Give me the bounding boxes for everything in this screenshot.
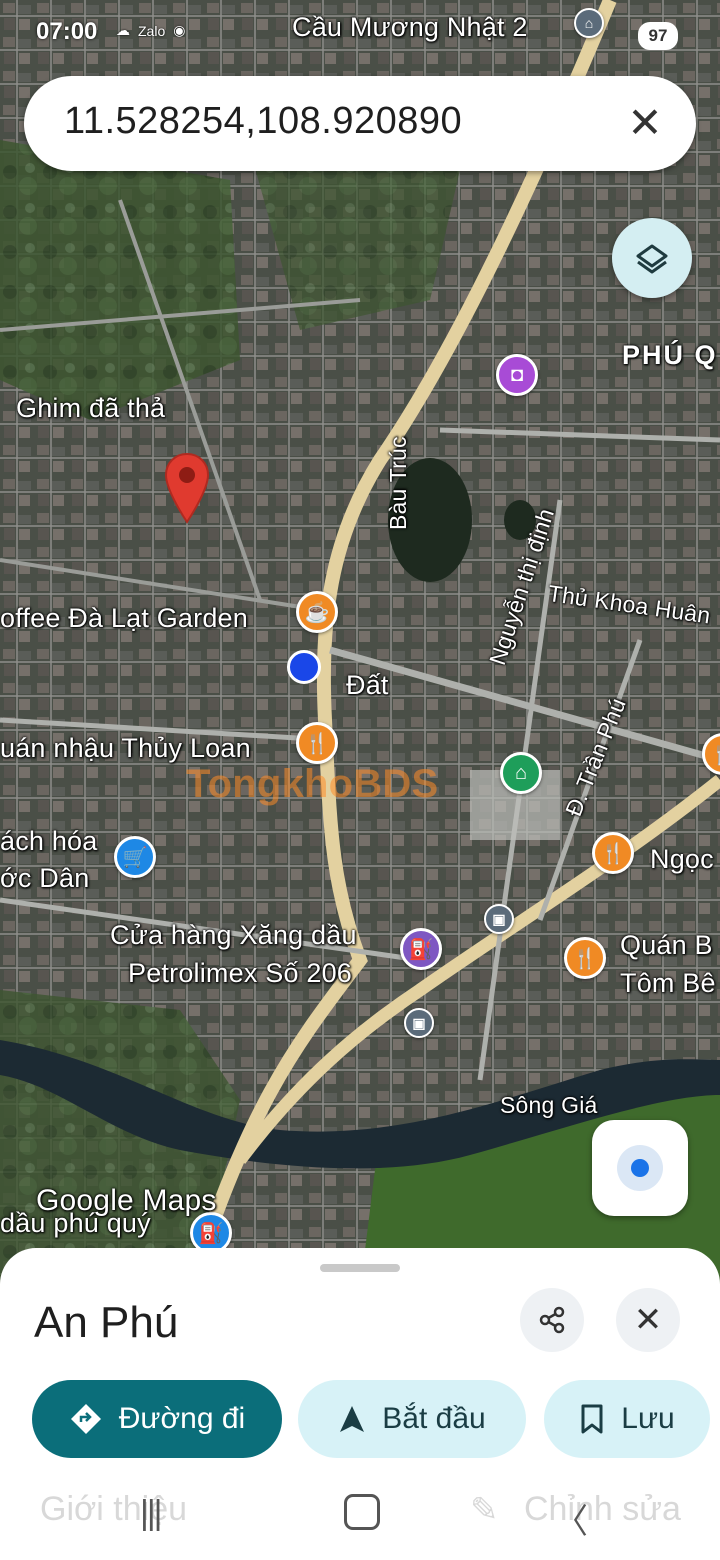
dropped-pin-label[interactable]: Ghim đã thả: [16, 393, 165, 424]
globe-icon: ◉: [173, 22, 186, 38]
battery-indicator: 97: [638, 22, 678, 50]
lake-label: Bàu Trúc: [385, 436, 411, 530]
save-label: Lưu: [621, 1402, 675, 1435]
restaurant-ngoc-icon[interactable]: 🍴: [592, 832, 634, 874]
restaurant-quan-b-icon[interactable]: 🍴: [564, 937, 606, 979]
map-view[interactable]: 07:00 ☁ Zalo ◉ 97 Cầu Mương Nhật 2 ⌂ PHÚ…: [0, 0, 720, 1290]
zalo-icon: Zalo: [138, 22, 166, 39]
navigation-arrow-icon: [340, 1406, 365, 1432]
map-imagery: [0, 0, 720, 1290]
start-button[interactable]: Bắt đầu: [298, 1380, 526, 1458]
shopping-cart-icon[interactable]: 🛒: [114, 836, 156, 878]
gas-station-icon[interactable]: ⛽: [400, 928, 442, 970]
close-sheet-button[interactable]: ✕: [616, 1288, 680, 1352]
close-icon: ✕: [633, 1301, 663, 1339]
directions-label: Đường đi: [118, 1402, 246, 1435]
poi-label-gas-line1[interactable]: Cửa hàng Xăng dầu: [110, 920, 357, 951]
river-label: Sông Giá: [500, 1092, 598, 1118]
home-button-icon[interactable]: [344, 1494, 380, 1530]
start-label: Bắt đầu: [382, 1402, 486, 1435]
watermark-text: TongkhoBDS: [186, 762, 439, 806]
share-icon: [539, 1306, 565, 1334]
park-poi-icon[interactable]: ⌂: [500, 752, 542, 794]
my-location-icon: [617, 1145, 663, 1191]
map-label-top-place[interactable]: Cầu Mương Nhật 2: [292, 12, 528, 43]
share-button[interactable]: [520, 1288, 584, 1352]
save-button[interactable]: Lưu: [544, 1380, 710, 1458]
bus-stop-icon[interactable]: ▣: [484, 904, 514, 934]
bus-stop-icon[interactable]: ▣: [404, 1008, 434, 1038]
restaurant-icon[interactable]: 🍴: [296, 722, 338, 764]
poi-label-bach-hoa-line1[interactable]: ách hóa: [0, 826, 97, 857]
search-query[interactable]: 11.528254,108.920890: [64, 100, 462, 143]
search-bar[interactable]: 11.528254,108.920890 ✕: [24, 76, 696, 171]
poi-label-quan-nhau[interactable]: uán nhậu Thủy Loan: [0, 733, 251, 764]
place-title: An Phú: [34, 1298, 179, 1347]
layers-button[interactable]: [612, 218, 692, 298]
map-label-district: PHÚ Q: [622, 340, 718, 370]
tab-edit[interactable]: Chỉnh sửa: [524, 1490, 681, 1529]
tab-about[interactable]: Giới thiệu: [40, 1490, 187, 1529]
cloud-icon: ☁: [116, 22, 130, 38]
poi-label-ngoc[interactable]: Ngọc: [650, 844, 714, 875]
sheet-drag-handle[interactable]: [320, 1264, 400, 1272]
directions-button[interactable]: Đường đi: [32, 1380, 282, 1458]
poi-label-quan-b-line2[interactable]: Tôm Bê: [620, 968, 716, 999]
poi-label-quan-b-line1[interactable]: Quán B: [620, 930, 713, 961]
bridge-icon[interactable]: ⌂: [574, 8, 604, 38]
current-location-dot: [287, 650, 321, 684]
cafe-icon[interactable]: ☕: [296, 591, 338, 633]
edit-pencil-icon[interactable]: ✎: [470, 1490, 499, 1530]
status-time: 07:00: [36, 18, 98, 45]
camera-poi-icon[interactable]: ◘: [496, 354, 538, 396]
clear-search-icon[interactable]: ✕: [620, 98, 670, 148]
map-label-dat: Đất: [346, 670, 389, 700]
layers-icon: [636, 244, 668, 274]
directions-icon: [70, 1404, 101, 1434]
bookmark-icon: [581, 1404, 603, 1434]
my-location-button[interactable]: [592, 1120, 688, 1216]
poi-label-coffee[interactable]: offee Đà Lạt Garden: [0, 603, 248, 634]
dropped-pin-marker-icon[interactable]: [163, 452, 211, 529]
back-button-icon[interactable]: 〈: [554, 1494, 588, 1543]
poi-label-bach-hoa-line2[interactable]: ớc Dân: [0, 863, 89, 894]
poi-label-gas-line2[interactable]: Petrolimex Số 206: [128, 958, 352, 989]
recent-apps-icon[interactable]: |||: [140, 1494, 162, 1533]
google-maps-logo: Google Maps: [36, 1184, 217, 1217]
